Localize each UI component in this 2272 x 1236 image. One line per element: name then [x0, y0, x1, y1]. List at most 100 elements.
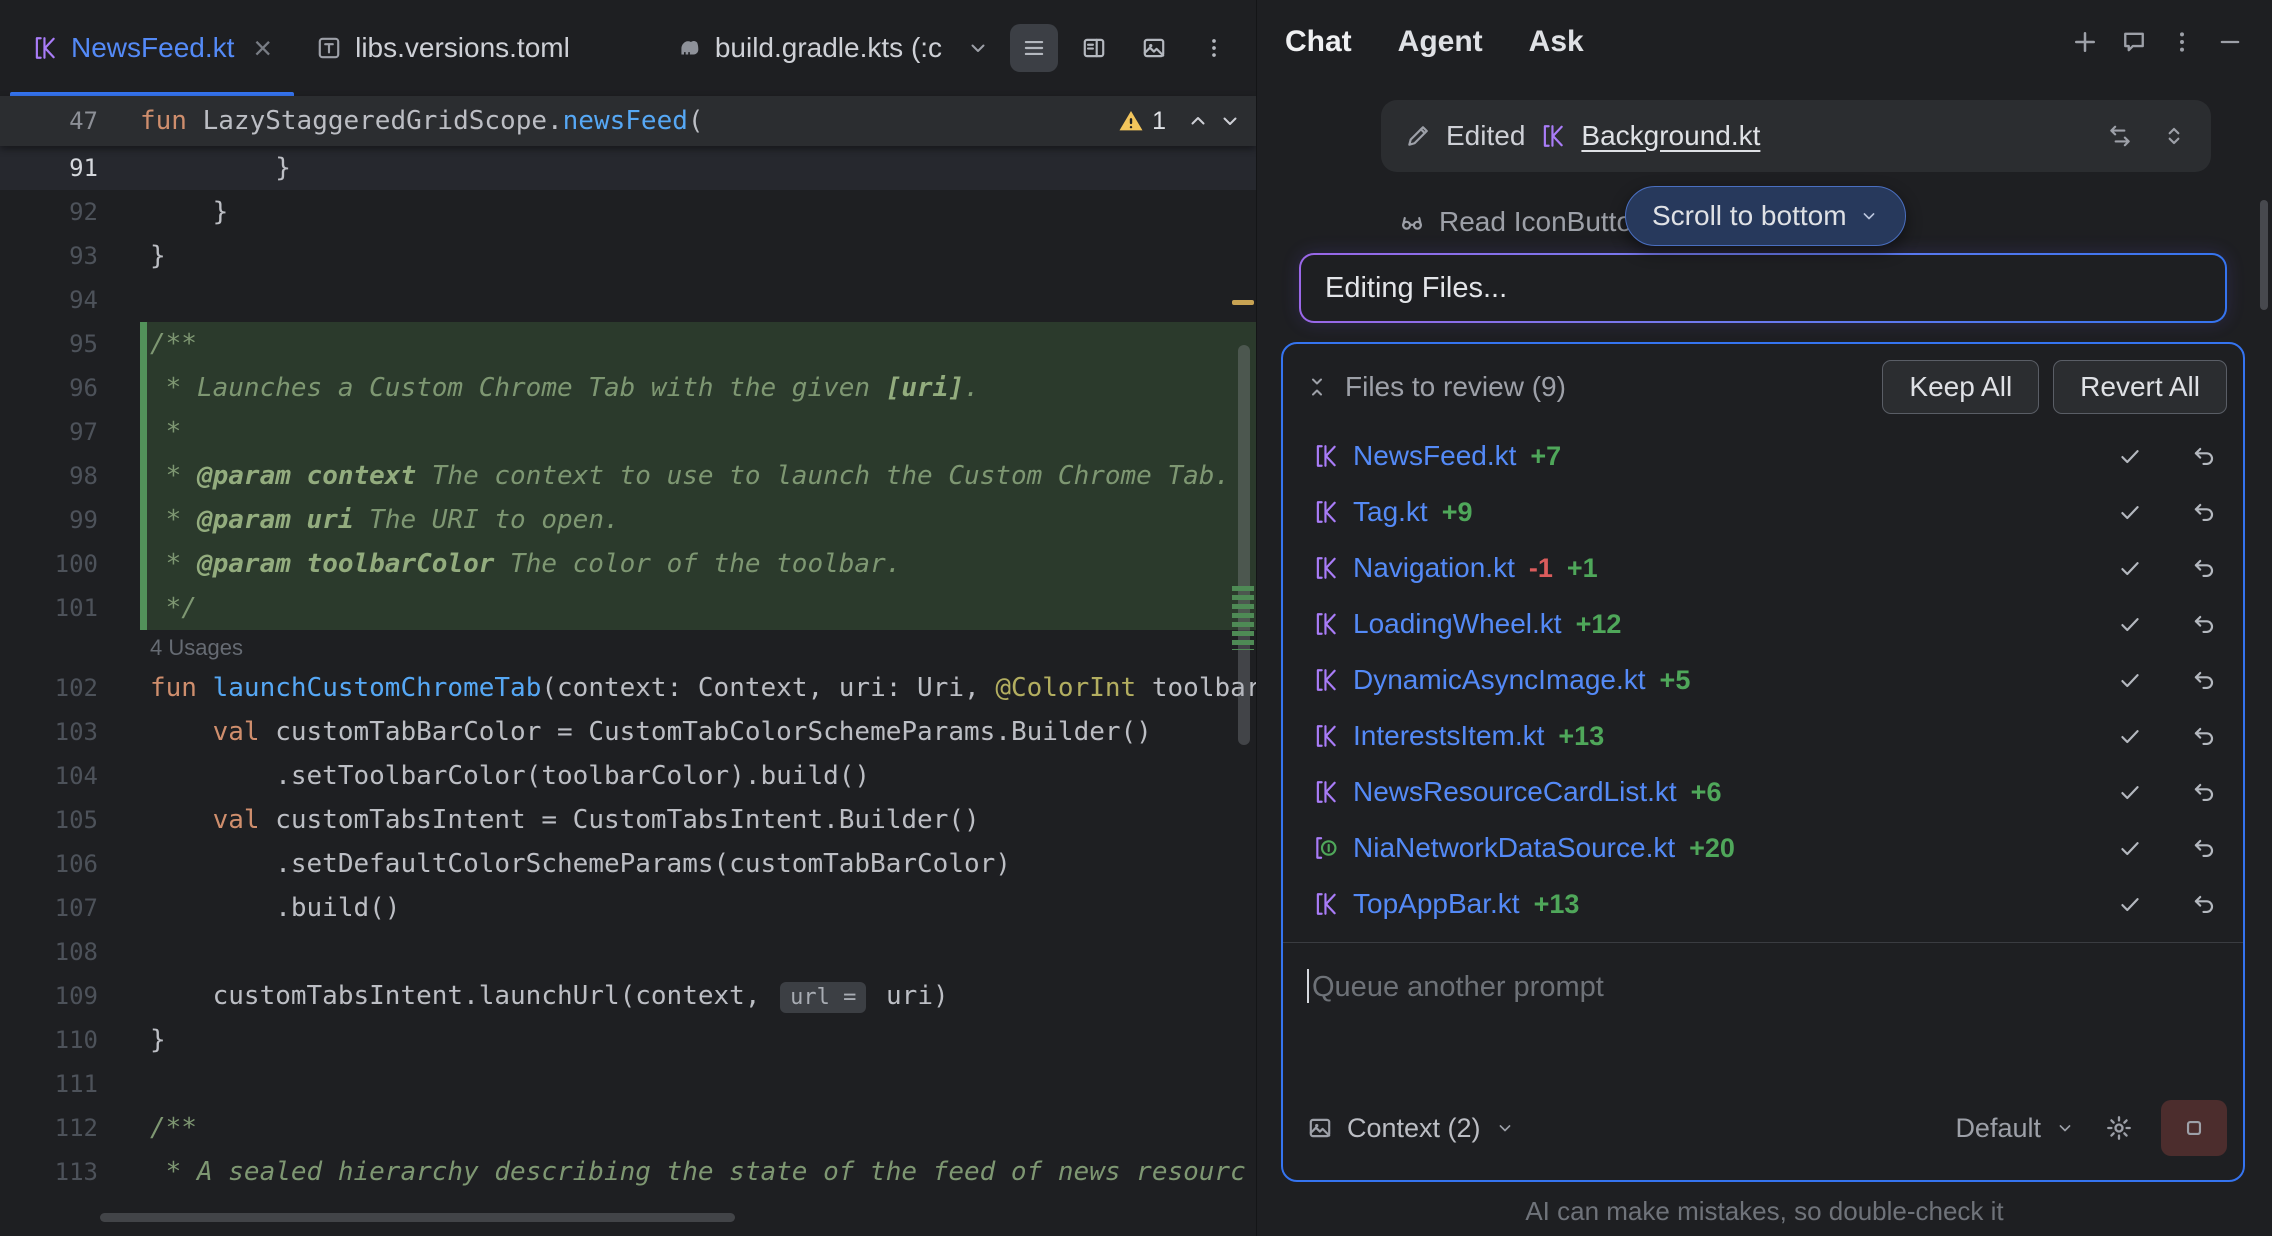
warning-stripe-mark[interactable]	[1232, 300, 1254, 305]
sticky-line[interactable]: 47 fun LazyStaggeredGridScope.newsFeed( …	[0, 96, 1256, 146]
line-number: 108	[0, 930, 140, 974]
revert-file-button[interactable]	[2191, 555, 2217, 581]
revert-all-button[interactable]: Revert All	[2053, 360, 2227, 414]
stop-button[interactable]	[2161, 1100, 2227, 1156]
code-line: 102fun launchCustomChromeTab(context: Co…	[0, 666, 1256, 710]
list-view-button[interactable]	[1010, 24, 1058, 72]
kotlin-icon	[1313, 499, 1339, 525]
chevron-down-icon[interactable]	[1495, 1118, 1515, 1138]
keep-file-button[interactable]	[2117, 667, 2143, 693]
editor-horizontal-scrollbar[interactable]	[100, 1213, 735, 1222]
file-review-row[interactable]: Navigation.kt-1+1	[1283, 540, 2243, 596]
next-problem-icon[interactable]	[1218, 109, 1242, 133]
tab-ask[interactable]: Ask	[1529, 25, 1584, 59]
chat-more-icon[interactable]	[2168, 28, 2196, 56]
code-line: 107 .build()	[0, 886, 1256, 930]
code-line: 104 .setToolbarColor(toolbarColor).build…	[0, 754, 1256, 798]
chevron-down-icon[interactable]	[2055, 1118, 2075, 1138]
revert-file-button[interactable]	[2191, 779, 2217, 805]
inspection-widget: 1	[1118, 107, 1256, 136]
tab-newsfeed-kt[interactable]: NewsFeed.kt ×	[10, 0, 294, 96]
expand-icon[interactable]	[2161, 123, 2187, 149]
files-review-list: NewsFeed.kt+7Tag.kt+9Navigation.kt-1+1Lo…	[1283, 424, 2243, 932]
kotlin-file-icon	[1540, 123, 1566, 149]
close-tab-icon[interactable]: ×	[253, 32, 272, 64]
file-review-row[interactable]: NewsFeed.kt+7	[1283, 428, 2243, 484]
edited-file-link[interactable]: Background.kt	[1581, 120, 1760, 152]
code-line: 109 customTabsIntent.launchUrl(context, …	[0, 974, 1256, 1018]
revert-file-button[interactable]	[2191, 891, 2217, 917]
ai-chat-pane: Chat Agent Ask Edited Background.kt Read…	[1256, 0, 2272, 1236]
file-review-row[interactable]: LoadingWheel.kt+12	[1283, 596, 2243, 652]
split-view-button[interactable]	[1070, 24, 1118, 72]
gear-icon[interactable]	[2105, 1114, 2133, 1142]
keep-file-button[interactable]	[2117, 499, 2143, 525]
tab-agent[interactable]: Agent	[1398, 25, 1483, 59]
usages-hint[interactable]: 4 Usages	[0, 630, 1256, 666]
line-number: 113	[0, 1150, 140, 1194]
file-link[interactable]: NewsFeed.kt	[1353, 440, 1516, 472]
file-review-row[interactable]: DynamicAsyncImage.kt+5	[1283, 652, 2243, 708]
revert-file-button[interactable]	[2191, 499, 2217, 525]
kotlin-icon	[1313, 891, 1339, 917]
editor-vertical-scrollbar[interactable]	[1238, 345, 1250, 745]
line-number: 95	[0, 322, 140, 366]
revert-file-button[interactable]	[2191, 611, 2217, 637]
attach-image-icon[interactable]	[1307, 1115, 1333, 1141]
chat-scrollbar[interactable]	[2260, 200, 2268, 310]
scroll-to-bottom-button[interactable]: Scroll to bottom	[1625, 186, 1906, 246]
hide-panel-icon[interactable]	[2216, 28, 2244, 56]
keep-file-button[interactable]	[2117, 779, 2143, 805]
editor-more-button[interactable]	[1190, 24, 1238, 72]
file-link[interactable]: InterestsItem.kt	[1353, 720, 1544, 752]
line-number: 103	[0, 710, 140, 754]
gradle-file-icon	[676, 35, 702, 61]
file-link[interactable]: DynamicAsyncImage.kt	[1353, 664, 1646, 696]
keep-file-button[interactable]	[2117, 443, 2143, 469]
chat-history-icon[interactable]	[2120, 28, 2148, 56]
preview-button[interactable]	[1130, 24, 1178, 72]
show-diff-icon[interactable]	[2107, 123, 2133, 149]
warning-icon[interactable]	[1118, 108, 1144, 134]
code-lines[interactable]: 91 }92 }93}9495/**96 * Launches a Custom…	[0, 146, 1256, 1194]
file-review-row[interactable]: InterestsItem.kt+13	[1283, 708, 2243, 764]
keep-file-button[interactable]	[2117, 723, 2143, 749]
collapse-icon[interactable]	[1305, 375, 1329, 399]
new-chat-icon[interactable]	[2070, 27, 2100, 57]
editor-tab-bar: NewsFeed.kt × libs.versions.toml build.g…	[0, 0, 1256, 96]
diff-count: -1	[1529, 553, 1553, 584]
keep-file-button[interactable]	[2117, 891, 2143, 917]
file-link[interactable]: TopAppBar.kt	[1353, 888, 1520, 920]
file-review-row[interactable]: NiaNetworkDataSource.kt+20	[1283, 820, 2243, 876]
revert-file-button[interactable]	[2191, 667, 2217, 693]
file-link[interactable]: NiaNetworkDataSource.kt	[1353, 832, 1675, 864]
line-number: 100	[0, 542, 140, 586]
keep-file-button[interactable]	[2117, 555, 2143, 581]
tab-chat[interactable]: Chat	[1285, 25, 1352, 59]
revert-file-button[interactable]	[2191, 835, 2217, 861]
file-link[interactable]: Navigation.kt	[1353, 552, 1515, 584]
read-label: Read IconButton.	[1439, 206, 1655, 238]
disclaimer: AI can make mistakes, so double-check it	[1257, 1196, 2272, 1227]
prev-problem-icon[interactable]	[1186, 109, 1210, 133]
revert-file-button[interactable]	[2191, 443, 2217, 469]
revert-file-button[interactable]	[2191, 723, 2217, 749]
file-link[interactable]: NewsResourceCardList.kt	[1353, 776, 1677, 808]
file-review-row[interactable]: Tag.kt+9	[1283, 484, 2243, 540]
tab-build-gradle-kts[interactable]: build.gradle.kts (:c	[654, 0, 964, 96]
code-line: 108	[0, 930, 1256, 974]
keep-file-button[interactable]	[2117, 611, 2143, 637]
model-selector[interactable]: Default	[1955, 1113, 2041, 1144]
chevron-down-icon	[1859, 206, 1879, 226]
edited-file-card[interactable]: Edited Background.kt	[1381, 100, 2211, 172]
tab-overflow-chevron-icon[interactable]	[966, 36, 990, 60]
keep-file-button[interactable]	[2117, 835, 2143, 861]
keep-all-button[interactable]: Keep All	[1882, 360, 2039, 414]
file-review-row[interactable]: TopAppBar.kt+13	[1283, 876, 2243, 932]
file-link[interactable]: LoadingWheel.kt	[1353, 608, 1562, 640]
context-selector[interactable]: Context (2)	[1347, 1113, 1481, 1144]
tab-libs-versions-toml[interactable]: libs.versions.toml	[294, 0, 592, 96]
file-review-row[interactable]: NewsResourceCardList.kt+6	[1283, 764, 2243, 820]
prompt-input[interactable]: Queue another prompt	[1283, 943, 2243, 1094]
file-link[interactable]: Tag.kt	[1353, 496, 1428, 528]
